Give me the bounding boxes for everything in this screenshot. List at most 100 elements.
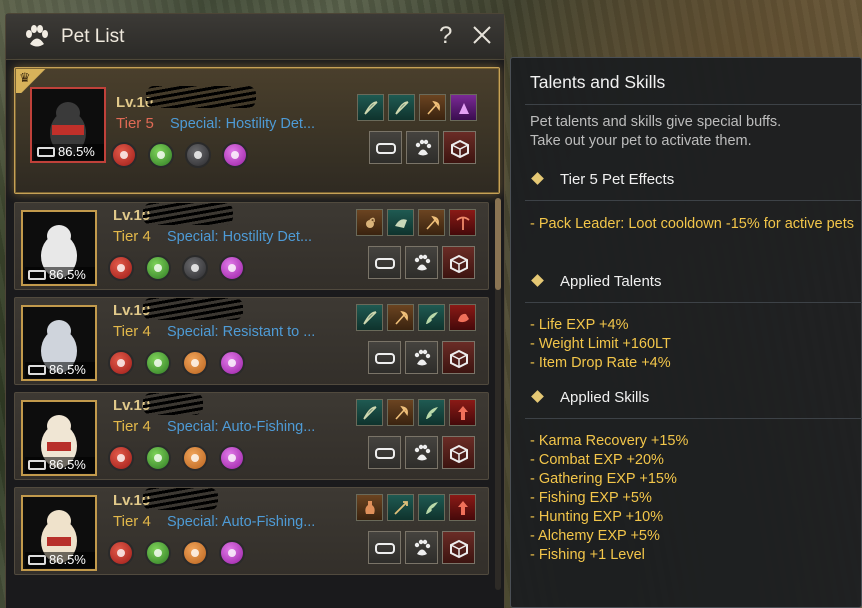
talent-line: - Item Drop Rate +4% [530, 355, 671, 371]
feed-button[interactable] [368, 246, 401, 279]
help-button[interactable]: ? [439, 22, 452, 50]
pet-card[interactable]: 86.5% Lv.10 Tier 4 Special: Hostility Det.… [14, 202, 489, 290]
hunger-indicator: 86.5% [25, 267, 95, 283]
talent-line: - Weight Limit +160LT [530, 336, 671, 352]
hand-icon[interactable] [449, 304, 476, 331]
summon-button[interactable] [442, 246, 475, 279]
bow-icon[interactable] [356, 304, 383, 331]
box-icon [450, 539, 468, 559]
pet-action-button[interactable] [405, 341, 438, 374]
wing-icon[interactable] [418, 494, 445, 521]
pet-action-button[interactable] [405, 531, 438, 564]
redacted-name [143, 203, 233, 225]
feed-button[interactable] [368, 531, 401, 564]
wing-icon[interactable] [418, 399, 445, 426]
pet-card[interactable]: 86.5% Lv.10 Tier 4 Special: Auto-Fishing..… [14, 392, 489, 480]
scrollbar[interactable] [495, 198, 501, 590]
skill-line: - Karma Recovery +15% [530, 433, 689, 449]
box-icon [451, 139, 469, 159]
axe-icon[interactable] [419, 94, 446, 121]
skill-green-icon[interactable] [145, 540, 171, 566]
axe-icon[interactable] [418, 209, 445, 236]
bow-icon[interactable] [357, 94, 384, 121]
paw-icon [414, 349, 431, 366]
talents-tooltip: Talents and Skills Pet talents and skill… [510, 57, 862, 608]
feed-button[interactable] [369, 131, 402, 164]
skill-red-icon[interactable] [108, 540, 134, 566]
pickaxe-icon[interactable] [449, 209, 476, 236]
skill-purple-icon[interactable] [219, 540, 245, 566]
pet-card[interactable]: 86.5% Lv.10 Tier 4 Special: Auto-Fishing..… [14, 487, 489, 575]
skill-gray-icon[interactable] [182, 255, 208, 281]
skill-orange-icon[interactable] [182, 350, 208, 376]
pet-action-button[interactable] [405, 436, 438, 469]
skill-gray-icon[interactable] [185, 142, 211, 168]
tooltip-title: Talents and Skills [530, 72, 666, 92]
skill-red-icon[interactable] [108, 445, 134, 471]
food-bowl-icon [28, 270, 46, 280]
skills-header: Applied Skills [530, 389, 649, 406]
summon-button[interactable] [442, 531, 475, 564]
skill-purple-icon[interactable] [222, 142, 248, 168]
pet-tier: Tier 5 [116, 115, 154, 132]
skill-green-icon[interactable] [148, 142, 174, 168]
skill-green-icon[interactable] [145, 350, 171, 376]
close-icon[interactable] [471, 24, 493, 46]
pet-tier: Tier 4 [113, 323, 151, 340]
pet-card[interactable]: ♛ 86.5% Lv.10 Tier 5 Special: Hostility De… [14, 67, 500, 194]
box-icon [450, 254, 468, 274]
axe-icon[interactable] [387, 399, 414, 426]
bow-icon[interactable] [356, 399, 383, 426]
window-titlebar[interactable]: Pet List ? [6, 14, 504, 60]
food-bowl-icon [375, 353, 395, 364]
box-icon [450, 349, 468, 369]
pet-list-window: Pet List ? ♛ 86.5% Lv.10 Tier 5 Special: H… [5, 13, 505, 608]
food-bowl-icon [28, 365, 46, 375]
bow-icon[interactable] [388, 94, 415, 121]
spear-icon[interactable] [387, 494, 414, 521]
divider [525, 418, 862, 419]
feed-button[interactable] [368, 436, 401, 469]
summon-button[interactable] [442, 341, 475, 374]
skill-red-icon[interactable] [111, 142, 137, 168]
paw-icon [414, 444, 431, 461]
skill-purple-icon[interactable] [219, 255, 245, 281]
skill-red-icon[interactable] [108, 350, 134, 376]
paw-icon [414, 539, 431, 556]
scorpion-icon[interactable] [356, 209, 383, 236]
pet-special: Special: Hostility Det... [167, 229, 313, 245]
potion-icon[interactable] [356, 494, 383, 521]
wolf-icon[interactable] [387, 209, 414, 236]
skill-line: - Gathering EXP +15% [530, 471, 677, 487]
summon-button[interactable] [442, 436, 475, 469]
skill-purple-icon[interactable] [219, 350, 245, 376]
skill-orange-icon[interactable] [182, 540, 208, 566]
purple-tier-icon[interactable] [450, 94, 477, 121]
skill-line: - Hunting EXP +10% [530, 509, 664, 525]
tier-up-icon[interactable] [449, 399, 476, 426]
skill-green-icon[interactable] [145, 445, 171, 471]
skill-line: - Fishing +1 Level [530, 547, 645, 563]
diamond-icon [531, 172, 544, 185]
divider [525, 302, 862, 303]
skill-green-icon[interactable] [145, 255, 171, 281]
summon-button[interactable] [443, 131, 476, 164]
pet-action-button[interactable] [405, 246, 438, 279]
pet-card[interactable]: 86.5% Lv.10 Tier 4 Special: Resistant to .… [14, 297, 489, 385]
pet-portrait: 86.5% [21, 210, 97, 286]
diamond-icon [531, 274, 544, 287]
feed-button[interactable] [368, 341, 401, 374]
pet-special: Special: Resistant to ... [167, 324, 316, 340]
scrollbar-thumb[interactable] [495, 198, 501, 290]
food-bowl-icon [376, 143, 396, 154]
skill-orange-icon[interactable] [182, 445, 208, 471]
pet-action-button[interactable] [406, 131, 439, 164]
effects-header: Tier 5 Pet Effects [530, 171, 674, 188]
skill-purple-icon[interactable] [219, 445, 245, 471]
skill-red-icon[interactable] [108, 255, 134, 281]
food-bowl-icon [28, 555, 46, 565]
axe-icon[interactable] [387, 304, 414, 331]
tier-up-icon[interactable] [449, 494, 476, 521]
wing-icon[interactable] [418, 304, 445, 331]
food-bowl-icon [375, 258, 395, 269]
